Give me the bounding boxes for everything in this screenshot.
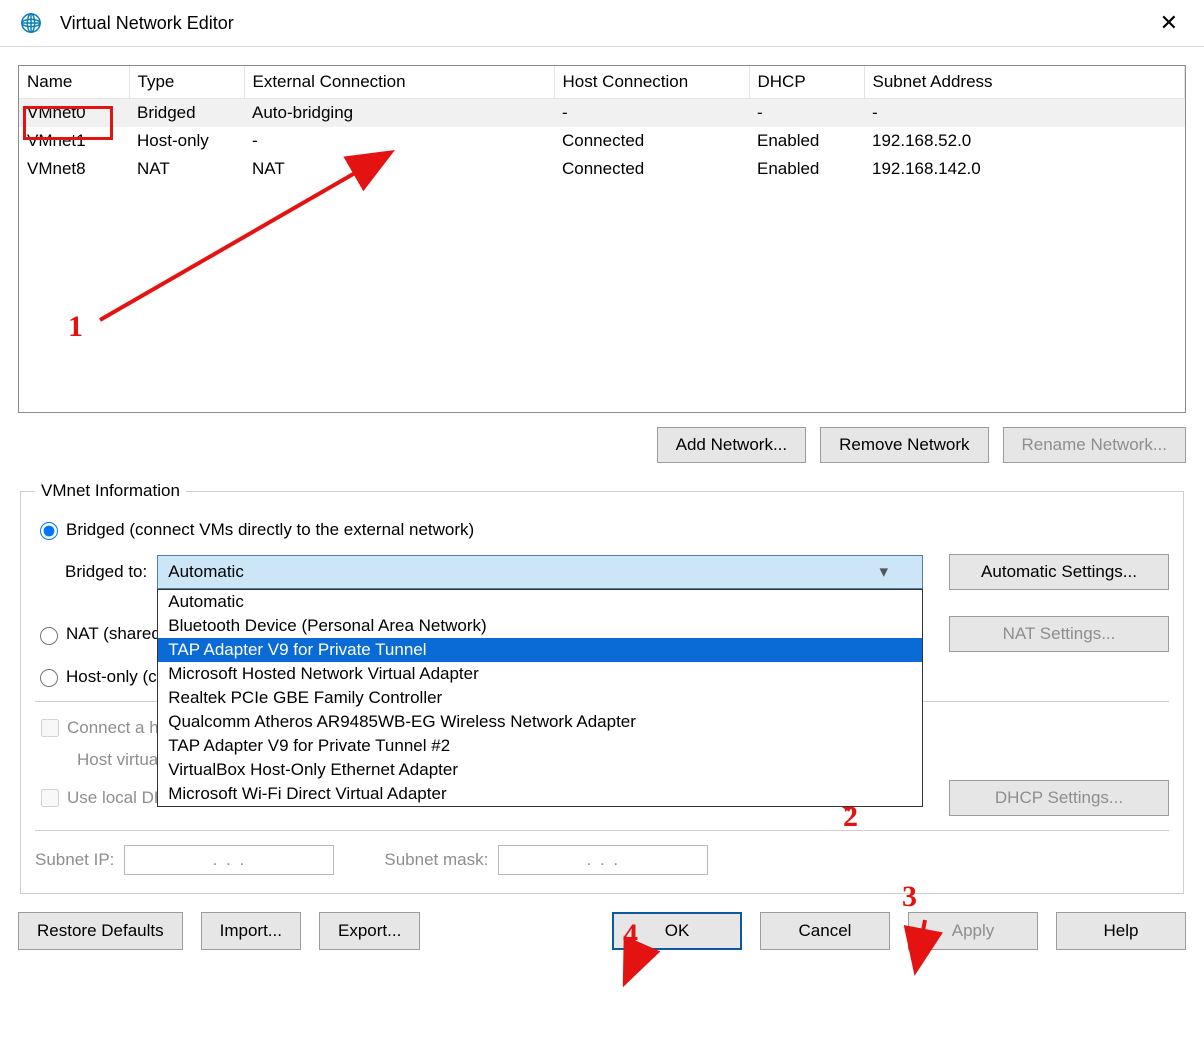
combo-option[interactable]: TAP Adapter V9 for Private Tunnel #2 xyxy=(158,734,922,758)
globe-icon xyxy=(20,12,42,34)
add-network-button[interactable]: Add Network... xyxy=(657,427,807,463)
combo-option[interactable]: Qualcomm Atheros AR9485WB-EG Wireless Ne… xyxy=(158,710,922,734)
window-title: Virtual Network Editor xyxy=(60,13,1150,34)
check-connect-host xyxy=(41,719,59,737)
titlebar: Virtual Network Editor ✕ xyxy=(0,0,1204,47)
table-row[interactable]: VMnet0 Bridged Auto-bridging - - - xyxy=(19,99,1185,128)
annotation-3: 3 xyxy=(902,880,917,914)
bridged-to-label: Bridged to: xyxy=(65,562,147,582)
subnet-ip-input: . . . xyxy=(124,845,334,875)
subnet-ip-label: Subnet IP: xyxy=(35,850,114,870)
combo-option[interactable]: Bluetooth Device (Personal Area Network) xyxy=(158,614,922,638)
vmnet-info-group: VMnet Information Bridged (connect VMs d… xyxy=(20,481,1184,894)
rename-network-button: Rename Network... xyxy=(1003,427,1187,463)
col-host[interactable]: Host Connection xyxy=(554,66,749,99)
subnet-mask-label: Subnet mask: xyxy=(384,850,488,870)
table-row[interactable]: VMnet1 Host-only - Connected Enabled 192… xyxy=(19,127,1185,155)
cancel-button[interactable]: Cancel xyxy=(760,912,890,950)
dhcp-settings-button: DHCP Settings... xyxy=(949,780,1169,816)
import-button[interactable]: Import... xyxy=(201,912,301,950)
chevron-down-icon: ▾ xyxy=(879,562,888,582)
radio-nat-label: NAT (shared xyxy=(66,624,161,644)
subnet-mask-input: . . . xyxy=(498,845,708,875)
apply-button: Apply xyxy=(908,912,1038,950)
table-row[interactable]: VMnet8 NAT NAT Connected Enabled 192.168… xyxy=(19,155,1185,183)
check-use-local-dhcp-label: Use local DH xyxy=(67,788,166,808)
col-subnet[interactable]: Subnet Address xyxy=(864,66,1185,99)
radio-bridged[interactable] xyxy=(40,522,58,540)
annotation-4: 4 xyxy=(623,918,638,952)
combo-option[interactable]: TAP Adapter V9 for Private Tunnel xyxy=(158,638,922,662)
col-dhcp[interactable]: DHCP xyxy=(749,66,864,99)
nat-settings-button: NAT Settings... xyxy=(949,616,1169,652)
check-use-local-dhcp xyxy=(41,789,59,807)
export-button[interactable]: Export... xyxy=(319,912,420,950)
combo-option[interactable]: VirtualBox Host-Only Ethernet Adapter xyxy=(158,758,922,782)
annotation-1: 1 xyxy=(68,310,83,344)
networks-table[interactable]: Name Type External Connection Host Conne… xyxy=(18,65,1186,413)
footer-buttons: Restore Defaults Import... Export... OK … xyxy=(0,894,1204,968)
combo-dropdown[interactable]: Automatic Bluetooth Device (Personal Are… xyxy=(157,589,923,807)
remove-network-button[interactable]: Remove Network xyxy=(820,427,988,463)
host-virtual-label: Host virtual xyxy=(77,750,162,770)
combo-value: Automatic xyxy=(168,562,244,582)
combo-option[interactable]: Realtek PCIe GBE Family Controller xyxy=(158,686,922,710)
bridged-to-combo[interactable]: Automatic ▾ Automatic Bluetooth Device (… xyxy=(157,555,923,589)
radio-bridged-label: Bridged (connect VMs directly to the ext… xyxy=(66,520,474,540)
automatic-settings-button[interactable]: Automatic Settings... xyxy=(949,554,1169,590)
combo-option[interactable]: Automatic xyxy=(158,590,922,614)
close-icon[interactable]: ✕ xyxy=(1150,10,1188,36)
combo-option[interactable]: Microsoft Hosted Network Virtual Adapter xyxy=(158,662,922,686)
radio-nat[interactable] xyxy=(40,627,58,645)
group-legend: VMnet Information xyxy=(35,481,186,501)
restore-defaults-button[interactable]: Restore Defaults xyxy=(18,912,183,950)
radio-hostonly[interactable] xyxy=(40,669,58,687)
col-name[interactable]: Name xyxy=(19,66,129,99)
combo-option[interactable]: Microsoft Wi-Fi Direct Virtual Adapter xyxy=(158,782,922,806)
col-type[interactable]: Type xyxy=(129,66,244,99)
check-connect-host-label: Connect a h xyxy=(67,718,159,738)
radio-hostonly-label: Host-only (c xyxy=(66,667,157,687)
col-ext[interactable]: External Connection xyxy=(244,66,554,99)
help-button[interactable]: Help xyxy=(1056,912,1186,950)
